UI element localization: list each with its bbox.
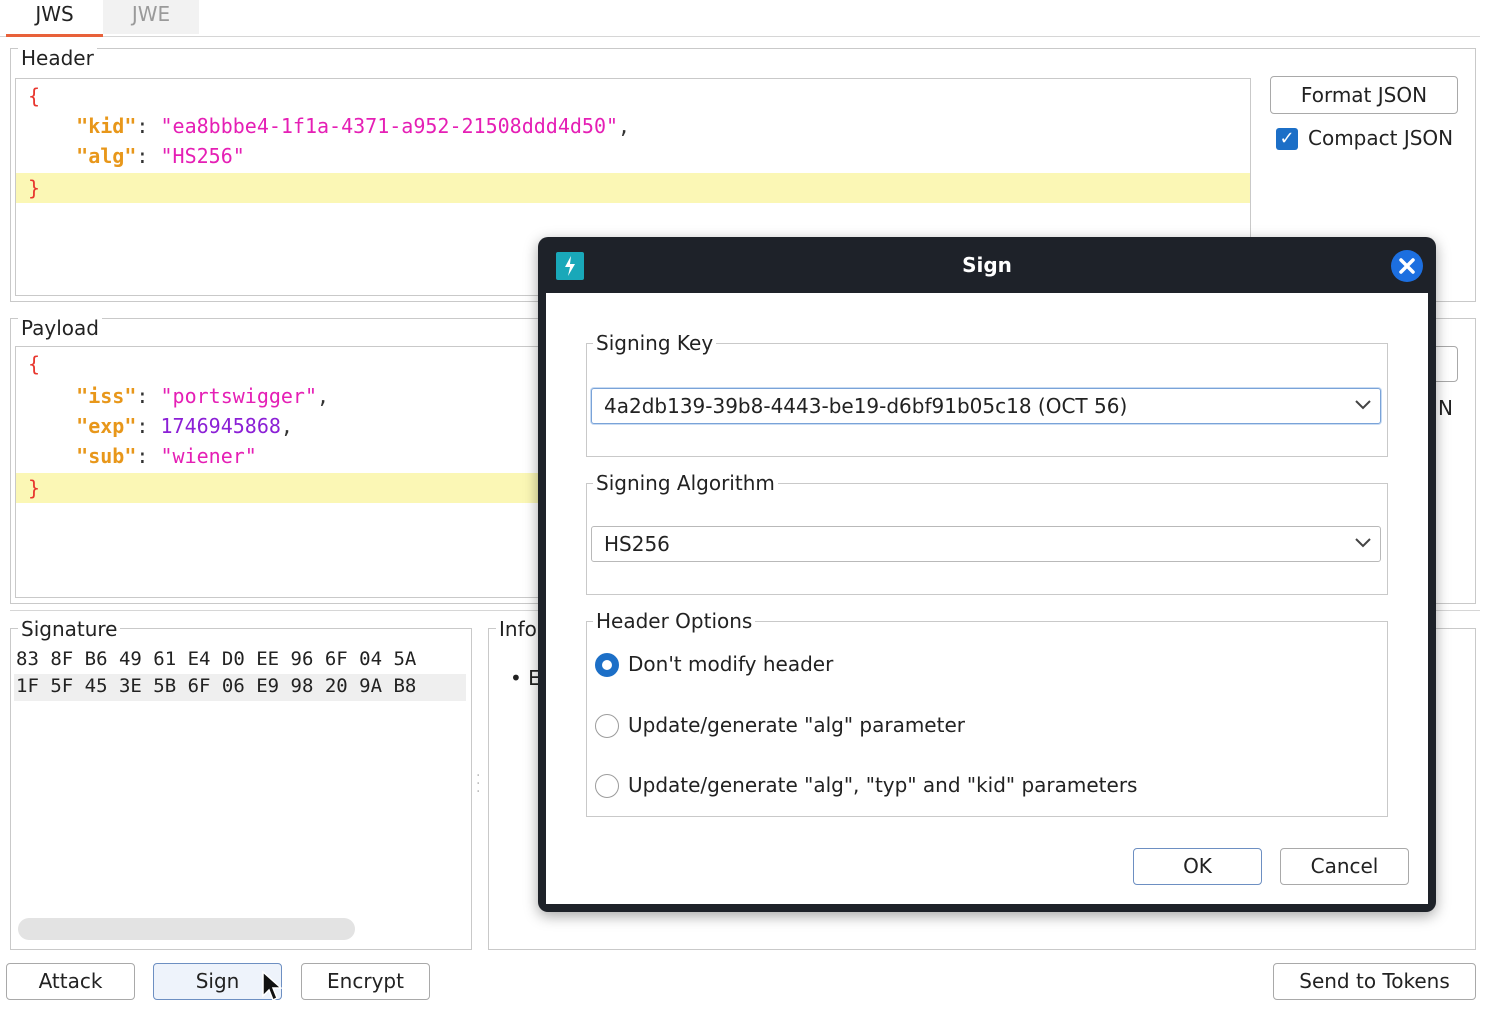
dialog-title: Sign: [962, 253, 1012, 277]
signature-hex-row-2: 1F 5F 45 3E 5B 6F 06 E9 98 20 9A B8: [16, 675, 417, 697]
tab-jws[interactable]: JWS: [6, 0, 103, 37]
send-to-tokens-button[interactable]: Send to Tokens: [1273, 963, 1476, 1000]
radio-update-alg[interactable]: [595, 714, 619, 738]
info-bullet: • E: [510, 666, 541, 690]
signature-hex-row-1: 83 8F B6 49 61 E4 D0 EE 96 6F 04 5A: [16, 648, 417, 670]
chevron-down-icon: [1355, 538, 1371, 548]
signature-horizontal-scrollbar[interactable]: [18, 918, 355, 940]
signing-key-select[interactable]: 4a2db139-39b8-4443-be19-d6bf91b05c18 (OC…: [591, 388, 1381, 424]
signing-algorithm-select[interactable]: HS256: [591, 526, 1381, 562]
payload-iss-value: "portswigger": [160, 384, 318, 408]
compact-json-label: Compact JSON: [1308, 126, 1454, 150]
signing-algorithm-label: Signing Algorithm: [593, 472, 778, 494]
payload-exp-value: 1746945868: [160, 414, 281, 438]
tab-jwe[interactable]: JWE: [103, 0, 199, 34]
radio-update-alg-typ-kid[interactable]: [595, 774, 619, 798]
encrypt-button[interactable]: Encrypt: [301, 963, 430, 1000]
info-group-label: Info: [496, 618, 540, 640]
signing-key-label: Signing Key: [593, 332, 717, 354]
payload-exp-key: "exp": [76, 414, 137, 438]
format-json-button[interactable]: Format JSON: [1270, 76, 1458, 114]
radio-update-alg-typ-kid-label: Update/generate "alg", "typ" and "kid" p…: [628, 773, 1138, 797]
radio-dont-modify-header[interactable]: [595, 653, 619, 677]
ok-button[interactable]: OK: [1133, 848, 1262, 885]
header-open-brace: {: [28, 84, 41, 108]
mouse-pointer-icon: [262, 970, 283, 1002]
compact-json-checkbox[interactable]: ✓: [1276, 128, 1298, 150]
header-close-brace: }: [28, 176, 41, 200]
dialog-body: Signing Key 4a2db139-39b8-4443-be19-d6bf…: [546, 293, 1428, 904]
header-alg-value: "HS256": [160, 144, 245, 168]
payload-sub-key: "sub": [76, 444, 137, 468]
header-kid-value: "ea8bbbe4-1f1a-4371-a952-21508ddd4d50": [160, 114, 619, 138]
payload-sub-value: "wiener": [160, 444, 257, 468]
signing-key-value: 4a2db139-39b8-4443-be19-d6bf91b05c18 (OC…: [604, 394, 1128, 418]
payload-compact-json-label: N: [1438, 396, 1453, 420]
splitter-handle[interactable]: · · ·: [476, 769, 482, 799]
header-group-label: Header: [18, 47, 97, 69]
close-icon[interactable]: [1391, 250, 1423, 282]
header-kid-key: "kid": [76, 114, 137, 138]
header-alg-key: "alg": [76, 144, 137, 168]
cancel-button[interactable]: Cancel: [1280, 848, 1409, 885]
signature-group-label: Signature: [18, 618, 121, 640]
signing-algorithm-value: HS256: [604, 532, 670, 556]
radio-dont-modify-header-label: Don't modify header: [628, 652, 834, 676]
payload-close-brace: }: [28, 476, 41, 500]
tab-bar: JWS JWE: [0, 0, 1480, 37]
radio-update-alg-label: Update/generate "alg" parameter: [628, 713, 965, 737]
chevron-down-icon: [1355, 400, 1371, 410]
attack-button[interactable]: Attack: [6, 963, 135, 1000]
payload-open-brace: {: [28, 352, 41, 376]
sign-dialog: Sign Signing Key 4a2db139-39b8-4443-be19…: [538, 237, 1436, 912]
header-options-label: Header Options: [593, 610, 756, 632]
payload-group-label: Payload: [18, 317, 102, 339]
payload-iss-key: "iss": [76, 384, 137, 408]
